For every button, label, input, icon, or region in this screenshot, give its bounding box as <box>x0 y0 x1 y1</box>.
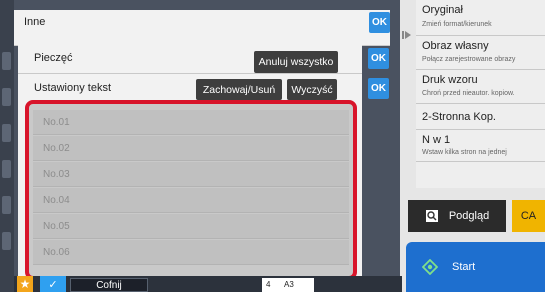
paper-tray-number: 4 <box>266 280 271 289</box>
play-icon[interactable] <box>402 30 412 40</box>
ok-button-other[interactable]: OK <box>369 12 390 33</box>
list-item[interactable]: No.01 <box>33 110 349 135</box>
menu-item-pattern-print[interactable]: Druk wzoru Chroń przed nieautor. kopiow. <box>416 70 545 104</box>
left-strip-tab[interactable] <box>2 160 11 178</box>
cancel-all-button[interactable]: Anuluj wszystko <box>254 51 338 73</box>
menu-item-title: Obraz własny <box>422 40 489 52</box>
ok-button-stamp[interactable]: OK <box>368 48 389 69</box>
menu-item-title: 2-Stronna Kop. <box>422 111 496 123</box>
paper-size: A3 <box>284 280 294 289</box>
left-strip-tab[interactable] <box>2 196 11 214</box>
menu-item-title: N w 1 <box>422 134 451 146</box>
menu-item-original[interactable]: Oryginał Zmień format/kierunek <box>416 0 545 36</box>
menu-item-subtitle: Wstaw kilka stron na jednej <box>422 149 507 156</box>
preset-text-title: Ustawiony tekst <box>34 82 112 94</box>
start-icon <box>422 259 438 275</box>
menu-item-title: Oryginał <box>422 4 463 16</box>
preview-label: Podgląd <box>448 210 490 222</box>
menu-item-subtitle: Zmień format/kierunek <box>422 21 492 28</box>
left-strip-tab[interactable] <box>2 52 11 70</box>
menu-item-empty <box>416 162 545 188</box>
menu-item-n-in-1[interactable]: N w 1 Wstaw kilka stron na jednej <box>416 130 545 162</box>
menu-item-custom-image[interactable]: Obraz własny Połącz zarejestrowane obraz… <box>416 36 545 70</box>
page-title: Inne <box>24 16 46 28</box>
star-icon[interactable]: ★ <box>17 276 33 292</box>
menu-item-subtitle: Chroń przed nieautor. kopiow. <box>422 90 515 97</box>
other-settings-header: Inne <box>14 10 390 46</box>
list-item[interactable]: No.04 <box>33 188 349 213</box>
save-delete-button[interactable]: Zachowaj/Usuń <box>196 79 282 100</box>
stamp-title: Pieczęć <box>34 52 73 64</box>
start-label: Start <box>452 261 476 273</box>
menu-item-subtitle: Połącz zarejestrowane obrazy <box>422 56 516 63</box>
list-item[interactable]: No.05 <box>33 214 349 239</box>
left-strip-tab[interactable] <box>2 124 11 142</box>
clear-all-button[interactable]: CA <box>512 200 545 232</box>
ok-button-preset-text[interactable]: OK <box>368 78 389 99</box>
start-button[interactable]: Start <box>406 242 545 292</box>
menu-item-title: Druk wzoru <box>422 74 478 86</box>
check-icon[interactable]: ✓ <box>40 276 66 292</box>
list-item[interactable]: No.02 <box>33 136 349 161</box>
paper-indicator: 4 A3 <box>262 278 314 292</box>
preset-text-list: No.01 No.02 No.03 No.04 No.05 No.06 <box>25 100 357 280</box>
left-strip-tab[interactable] <box>2 232 11 250</box>
clear-button[interactable]: Wyczyść <box>287 79 337 100</box>
left-strip-tab[interactable] <box>2 88 11 106</box>
back-button[interactable]: Cofnij <box>70 278 148 292</box>
list-item[interactable]: No.06 <box>33 240 349 265</box>
list-item[interactable]: No.03 <box>33 162 349 187</box>
menu-item-duplex[interactable]: 2-Stronna Kop. <box>416 104 545 130</box>
preview-icon <box>425 210 438 222</box>
preview-button[interactable]: Podgląd <box>408 200 506 232</box>
